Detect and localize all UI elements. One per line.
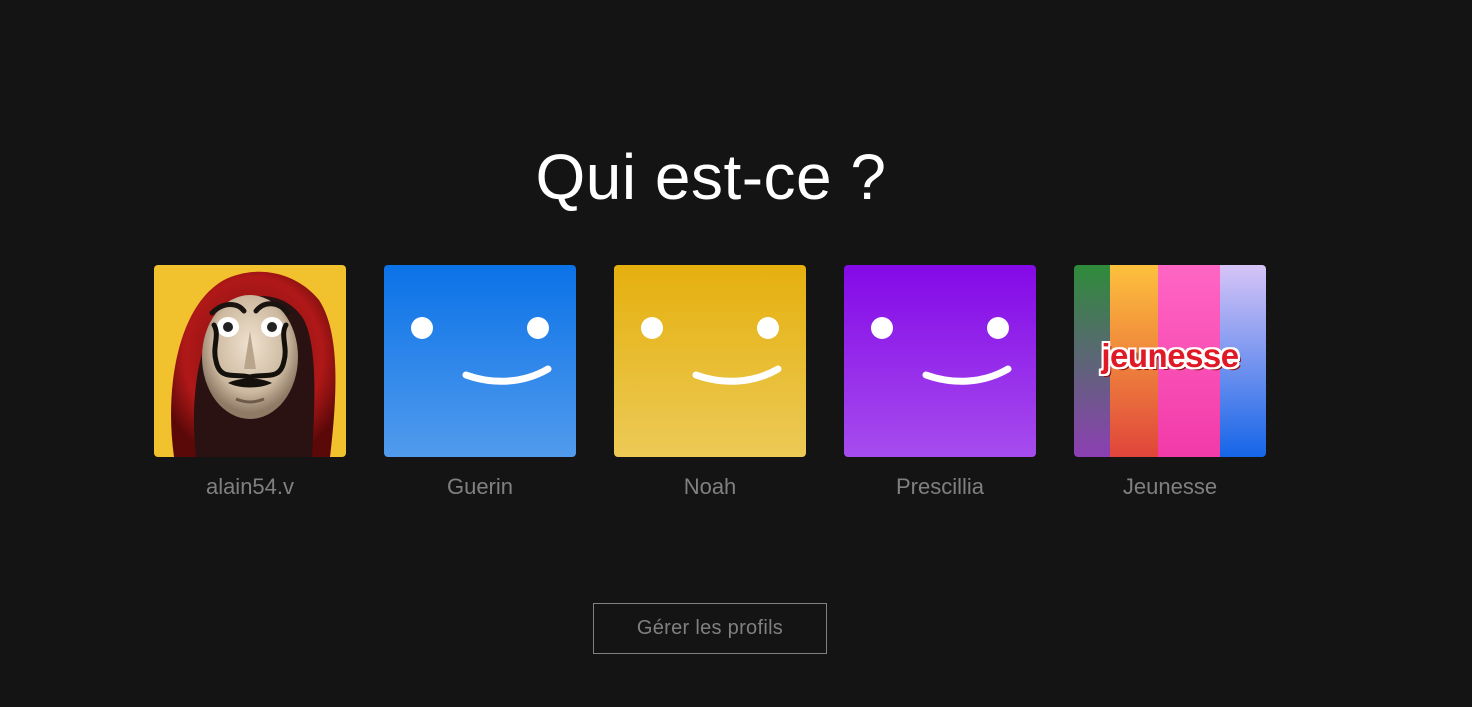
profile-avatar[interactable]: [154, 265, 346, 457]
jeunesse-logo: jeunesse: [1074, 337, 1266, 375]
profile-name[interactable]: Noah: [614, 474, 806, 500]
jeunesse-logo-text: jeunesse: [1101, 337, 1239, 374]
profile-name[interactable]: Guerin: [384, 474, 576, 500]
mask-hood-icon: [154, 265, 346, 457]
smiley-blue-icon: [384, 265, 576, 457]
profile-jeunesse[interactable]: jeunesse Jeunesse: [1074, 265, 1266, 500]
profile-alain54v[interactable]: alain54.v: [154, 265, 346, 500]
profile-list: alain54.v Guerin Noah Prescillia jeuness…: [154, 265, 1266, 500]
profile-name[interactable]: Prescillia: [844, 474, 1036, 500]
profile-avatar[interactable]: [844, 265, 1036, 457]
page-title: Qui est-ce ?: [535, 141, 887, 213]
profile-noah[interactable]: Noah: [614, 265, 806, 500]
profile-name[interactable]: alain54.v: [154, 474, 346, 500]
profile-guerin[interactable]: Guerin: [384, 265, 576, 500]
profile-name[interactable]: Jeunesse: [1074, 474, 1266, 500]
profile-avatar[interactable]: [614, 265, 806, 457]
manage-profiles-button[interactable]: Gérer les profils: [593, 603, 827, 654]
profile-gate-page: Qui est-ce ? alain54.v Guerin Noah Presc…: [0, 0, 1472, 707]
profile-prescillia[interactable]: Prescillia: [844, 265, 1036, 500]
profile-avatar[interactable]: jeunesse: [1074, 265, 1266, 457]
profile-avatar[interactable]: [384, 265, 576, 457]
smiley-purple-icon: [844, 265, 1036, 457]
smiley-yellow-icon: [614, 265, 806, 457]
